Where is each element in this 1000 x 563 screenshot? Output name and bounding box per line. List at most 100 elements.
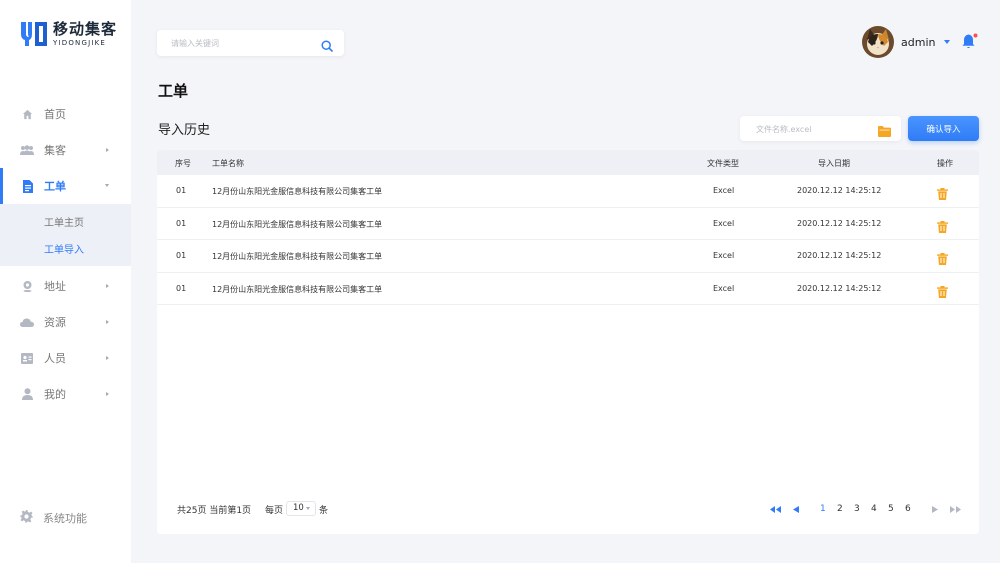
cell-type: Excel	[713, 251, 735, 260]
cell-date: 2020.12.12 14:25:12	[797, 251, 882, 260]
cell-name: 12月份山东阳光金服信息科技有限公司集客工单	[212, 187, 383, 196]
sidebar-subitem-workorder-import[interactable]: 工单导入	[0, 235, 131, 262]
gear-icon	[20, 508, 33, 527]
cloud-icon	[20, 315, 34, 329]
sidebar-subnav: 工单主页 工单导入	[0, 204, 131, 266]
section-title: 导入历史	[158, 123, 211, 138]
per-page-value: 10	[293, 503, 304, 513]
group-icon	[20, 143, 34, 157]
sidebar-item-label: 资源	[44, 316, 66, 329]
header-no: 序号	[175, 159, 191, 168]
avatar	[862, 26, 894, 58]
search-input[interactable]	[171, 36, 311, 50]
confirm-import-button[interactable]: 确认导入	[908, 116, 979, 141]
table-body: 01 12月份山东阳光金服信息科技有限公司集客工单 Excel 2020.12.…	[157, 175, 979, 305]
per-page-unit: 条	[319, 506, 329, 516]
chevron-right-icon	[106, 356, 109, 360]
pagination-bar: 共25页 当前第1页 每页 10 条 1 2 3 4 5 6	[157, 501, 979, 517]
trash-icon[interactable]	[937, 185, 948, 204]
caret-down-icon	[944, 40, 951, 44]
bell-icon[interactable]	[961, 33, 978, 54]
sidebar-item-label: 工单	[44, 180, 66, 193]
header-date: 导入日期	[818, 159, 850, 168]
table-row: 01 12月份山东阳光金服信息科技有限公司集客工单 Excel 2020.12.…	[157, 273, 979, 305]
page-3-button[interactable]: 3	[854, 501, 860, 517]
prev-page-icon[interactable]	[793, 501, 799, 517]
sidebar-item-home[interactable]: 首页	[0, 96, 131, 132]
next-page-icon[interactable]	[932, 501, 938, 517]
page-1-button[interactable]: 1	[820, 501, 826, 517]
logo[interactable]: 移动集客 YIDONGJIKE	[20, 20, 117, 48]
sidebar-item-label: 人员	[44, 352, 66, 365]
sidebar: 移动集客 YIDONGJIKE 首页 集客 工单 工单主页 工单导入 地址 资源…	[0, 0, 131, 563]
chevron-right-icon	[106, 148, 109, 152]
page-summary: 共25页 当前第1页	[177, 506, 252, 516]
page-title: 工单	[158, 82, 189, 100]
sidebar-item-jike[interactable]: 集客	[0, 132, 131, 168]
page-5-button[interactable]: 5	[888, 501, 894, 517]
search-box	[157, 30, 344, 56]
search-icon[interactable]	[321, 37, 333, 56]
trash-icon[interactable]	[937, 283, 948, 302]
logo-subtitle: YIDONGJIKE	[53, 38, 107, 47]
chevron-down-icon	[306, 507, 310, 510]
page-4-button[interactable]: 4	[871, 501, 877, 517]
logo-mark-icon	[21, 22, 47, 46]
table-row: 01 12月份山东阳光金服信息科技有限公司集客工单 Excel 2020.12.…	[157, 240, 979, 273]
sidebar-item-system[interactable]: 系统功能	[20, 508, 87, 527]
cell-no: 01	[176, 218, 187, 228]
sidebar-item-label: 系统功能	[43, 511, 87, 525]
sidebar-item-label: 我的	[44, 388, 66, 401]
sidebar-subitem-workorder-home[interactable]: 工单主页	[0, 208, 131, 235]
per-page-label: 每页	[265, 506, 284, 516]
sidebar-item-label: 首页	[44, 108, 66, 121]
sidebar-item-workorder[interactable]: 工单	[0, 168, 131, 204]
sidebar-item-mine[interactable]: 我的	[0, 376, 131, 412]
location-icon	[20, 279, 34, 293]
chevron-right-icon	[106, 320, 109, 324]
last-page-icon[interactable]	[950, 501, 961, 517]
cell-date: 2020.12.12 14:25:12	[797, 186, 882, 195]
header-name: 工单名称	[212, 159, 244, 168]
folder-icon[interactable]	[878, 122, 891, 141]
page-6-button[interactable]: 6	[905, 501, 911, 517]
cell-name: 12月份山东阳光金服信息科技有限公司集客工单	[212, 252, 383, 261]
username: admin	[901, 35, 936, 49]
cell-name: 12月份山东阳光金服信息科技有限公司集客工单	[212, 219, 383, 229]
file-name-input[interactable]	[756, 122, 866, 136]
sidebar-item-staff[interactable]: 人员	[0, 340, 131, 376]
chevron-right-icon	[106, 284, 109, 288]
sidebar-nav: 首页 集客 工单 工单主页 工单导入 地址 资源 人员 我的	[0, 96, 131, 412]
chevron-right-icon	[106, 392, 109, 396]
logo-title: 移动集客	[53, 19, 118, 38]
table-row: 01 12月份山东阳光金服信息科技有限公司集客工单 Excel 2020.12.…	[157, 208, 979, 240]
header-type: 文件类型	[707, 159, 739, 168]
import-history-table: 序号 工单名称 文件类型 导入日期 操作 01 12月份山东阳光金服信息科技有限…	[157, 150, 979, 534]
header-op: 操作	[937, 159, 953, 168]
sidebar-item-resource[interactable]: 资源	[0, 304, 131, 340]
cell-no: 01	[176, 283, 187, 293]
sidebar-item-label: 集客	[44, 144, 66, 157]
table-header: 序号 工单名称 文件类型 导入日期 操作	[157, 150, 979, 175]
user-icon	[20, 387, 34, 401]
per-page-select[interactable]: 10	[286, 501, 316, 516]
home-icon	[20, 107, 34, 121]
cell-no: 01	[176, 186, 187, 195]
id-card-icon	[20, 351, 34, 365]
cell-no: 01	[176, 251, 187, 260]
table-row: 01 12月份山东阳光金服信息科技有限公司集客工单 Excel 2020.12.…	[157, 175, 979, 208]
chevron-down-icon	[105, 184, 109, 187]
first-page-icon[interactable]	[770, 501, 781, 517]
trash-icon[interactable]	[937, 218, 948, 237]
page-2-button[interactable]: 2	[837, 501, 843, 517]
document-icon	[20, 179, 34, 193]
file-picker	[740, 116, 901, 141]
cell-date: 2020.12.12 14:25:12	[797, 218, 882, 228]
sidebar-item-address[interactable]: 地址	[0, 268, 131, 304]
user-menu[interactable]: admin	[862, 26, 951, 58]
sidebar-item-label: 地址	[44, 280, 66, 293]
cell-type: Excel	[713, 218, 735, 228]
cell-name: 12月份山东阳光金服信息科技有限公司集客工单	[212, 284, 383, 294]
trash-icon[interactable]	[937, 250, 948, 269]
cell-type: Excel	[713, 283, 735, 293]
